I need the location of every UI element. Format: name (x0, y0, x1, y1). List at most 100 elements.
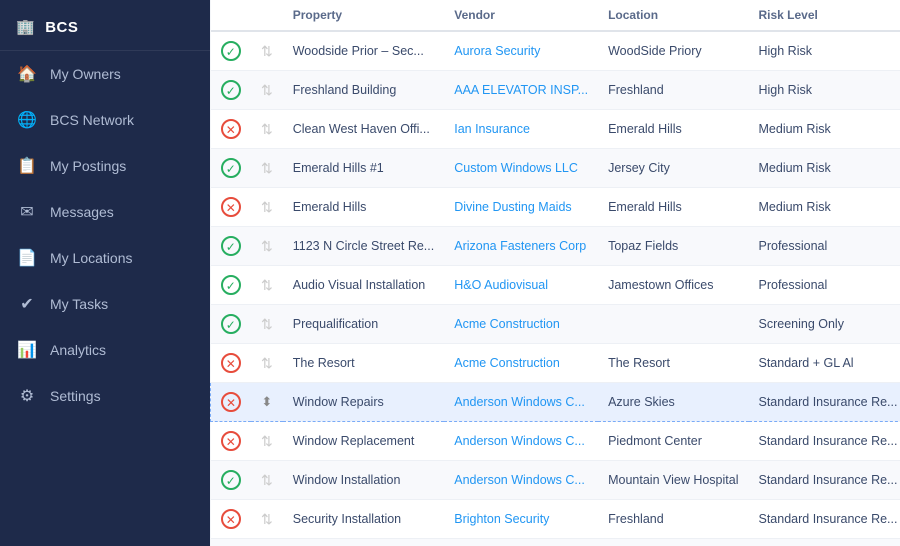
location-cell: Topaz Fields (598, 227, 748, 266)
property-cell: Emerald Hills #1 (283, 149, 445, 188)
sort-cell[interactable]: ⇅ (251, 422, 283, 461)
sort-cell[interactable]: ⇅ (251, 110, 283, 149)
sort-cell[interactable]: ⇅ (251, 305, 283, 344)
sort-cell[interactable]: ⇅ (251, 539, 283, 546)
sort-arrows[interactable]: ⇅ (261, 238, 273, 254)
location-cell: WoodSide Priory (598, 31, 748, 71)
sort-arrows[interactable]: ⇅ (261, 43, 273, 59)
vendor-cell[interactable]: Anderson Windows C... (444, 383, 598, 422)
sort-arrows[interactable]: ⇅ (261, 472, 273, 488)
status-cell: ✕ (211, 500, 252, 539)
sidebar-label-my-owners: My Owners (50, 66, 121, 82)
table-row[interactable]: ✓ ⇅ Audio Visual InstallationH&O Audiovisu… (211, 266, 900, 305)
sort-cell[interactable]: ⇅ (251, 31, 283, 71)
vendor-cell[interactable]: Anderson Windows C... (444, 461, 598, 500)
sort-cell[interactable]: ⇅ (251, 266, 283, 305)
sort-arrows[interactable]: ⇅ (261, 160, 273, 176)
status-cell: ✕ (211, 422, 252, 461)
table-row[interactable]: ✓⇅PrequalificationAcme ConstructionScree… (211, 305, 900, 344)
sort-arrows[interactable]: ⇅ (261, 355, 273, 371)
sort-cell[interactable]: ⇅ (251, 188, 283, 227)
status-cell: ✕ (211, 110, 252, 149)
risk-cell: Medium Risk (749, 149, 900, 188)
sort-arrows[interactable]: ⇅ (261, 82, 273, 98)
sort-arrows[interactable]: ⇅ (261, 277, 273, 293)
table-row[interactable]: ✕⇅The ResortAcme ConstructionThe ResortS… (211, 344, 900, 383)
sidebar-label-my-postings: My Postings (50, 158, 126, 174)
sort-cell[interactable]: ⇅ (251, 227, 283, 266)
col-header-1 (251, 0, 283, 31)
table-row[interactable]: ✕⇅Clean West Haven Offi...Ian InsuranceE… (211, 110, 900, 149)
check-circle-icon: ✓ (221, 80, 241, 100)
table-row[interactable]: ✕⇅Window ReplacementAnderson Windows C..… (211, 422, 900, 461)
location-cell: Freshland (598, 71, 748, 110)
sidebar-item-analytics[interactable]: 📊 Analytics (0, 327, 210, 373)
sidebar-item-settings[interactable]: ⚙ Settings (0, 373, 210, 419)
sort-cell[interactable]: ⇅ (251, 461, 283, 500)
status-cell: ✓ (211, 305, 252, 344)
status-cell: ✕ (211, 383, 252, 422)
property-cell: Woodside Prior – Sec... (283, 31, 445, 71)
vendor-cell[interactable]: Anderson Windows C... (444, 422, 598, 461)
vendor-cell[interactable]: Acme Construction (444, 344, 598, 383)
main-table: PropertyVendorLocationRisk Level ✓⇅Woods… (210, 0, 900, 546)
table-row[interactable]: ✓⇅Emerald Hills #1Custom Windows LLCJers… (211, 149, 900, 188)
sidebar-item-my-postings[interactable]: 📋 My Postings (0, 143, 210, 189)
property-cell: Window Installation (283, 461, 445, 500)
sidebar-label-my-tasks: My Tasks (50, 296, 108, 312)
risk-cell: High Risk (749, 31, 900, 71)
sidebar-item-my-owners[interactable]: 🏠 My Owners (0, 51, 210, 97)
sidebar: 🏢 BCS 🏠 My Owners 🌐 BCS Network 📋 My Pos… (0, 0, 210, 546)
vendor-cell[interactable]: H&O Audiovisual (444, 266, 598, 305)
table-row[interactable]: ✕⇅Property Management...Eastgate Propert… (211, 539, 900, 546)
location-cell: Emerald Hills (598, 110, 748, 149)
risk-cell: Standard Insurance Re... (749, 539, 900, 546)
property-cell: Audio Visual Installation (283, 266, 445, 305)
vendor-cell[interactable]: Custom Windows LLC (444, 149, 598, 188)
sort-cell[interactable]: ⇅ (251, 500, 283, 539)
col-header-3: Vendor (444, 0, 598, 31)
vendor-cell[interactable]: Eastgate Property Ma... (444, 539, 598, 546)
sort-arrows[interactable]: ⇅ (261, 433, 273, 449)
vendor-cell[interactable]: Acme Construction (444, 305, 598, 344)
vendor-cell[interactable]: Arizona Fasteners Corp (444, 227, 598, 266)
sort-arrows[interactable]: ⇅ (261, 199, 273, 215)
x-circle-icon: ✕ (221, 509, 241, 529)
sidebar-icon-my-tasks: ✔ (16, 294, 38, 314)
vendor-cell[interactable]: AAA ELEVATOR INSP... (444, 71, 598, 110)
status-cell: ✓ (211, 266, 252, 305)
table-row[interactable]: ✓⇅Window InstallationAnderson Windows C.… (211, 461, 900, 500)
property-cell: Emerald Hills (283, 188, 445, 227)
vendor-cell[interactable]: Aurora Security (444, 31, 598, 71)
col-header-2: Property (283, 0, 445, 31)
vendor-cell[interactable]: Divine Dusting Maids (444, 188, 598, 227)
drag-handle[interactable]: ⬍ (261, 394, 272, 409)
sidebar-item-my-tasks[interactable]: ✔ My Tasks (0, 281, 210, 327)
sort-cell[interactable]: ⇅ (251, 149, 283, 188)
logo-icon: 🏢 (16, 18, 35, 36)
check-circle-icon: ✓ (221, 236, 241, 256)
table-row[interactable]: ✓⇅Freshland BuildingAAA ELEVATOR INSP...… (211, 71, 900, 110)
table-row[interactable]: ✓⇅Woodside Prior – Sec...Aurora Security… (211, 31, 900, 71)
risk-cell: Medium Risk (749, 110, 900, 149)
table-row[interactable]: ✕⬍Window RepairsAnderson Windows C...Azu… (211, 383, 900, 422)
table-row[interactable]: ✓⇅1123 N Circle Street Re...Arizona Fast… (211, 227, 900, 266)
table-wrapper[interactable]: PropertyVendorLocationRisk Level ✓⇅Woods… (210, 0, 900, 546)
vendor-cell[interactable]: Brighton Security (444, 500, 598, 539)
status-cell: ✓ (211, 149, 252, 188)
sidebar-item-bcs-network[interactable]: 🌐 BCS Network (0, 97, 210, 143)
table-row[interactable]: ✕⇅Security InstallationBrighton Security… (211, 500, 900, 539)
sort-cell[interactable]: ⇅ (251, 71, 283, 110)
sort-arrows[interactable]: ⇅ (261, 121, 273, 137)
sort-arrows[interactable]: ⇅ (261, 316, 273, 332)
sort-cell[interactable]: ⇅ (251, 344, 283, 383)
sidebar-item-messages[interactable]: ✉ Messages (0, 189, 210, 235)
status-cell: ✓ (211, 71, 252, 110)
vendor-cell[interactable]: Ian Insurance (444, 110, 598, 149)
sidebar-icon-my-postings: 📋 (16, 156, 38, 176)
sort-cell[interactable]: ⬍ (251, 383, 283, 422)
x-circle-icon: ✕ (221, 431, 241, 451)
sidebar-item-my-locations[interactable]: 📄 My Locations (0, 235, 210, 281)
table-row[interactable]: ✕⇅Emerald HillsDivine Dusting MaidsEmera… (211, 188, 900, 227)
sort-arrows[interactable]: ⇅ (261, 511, 273, 527)
